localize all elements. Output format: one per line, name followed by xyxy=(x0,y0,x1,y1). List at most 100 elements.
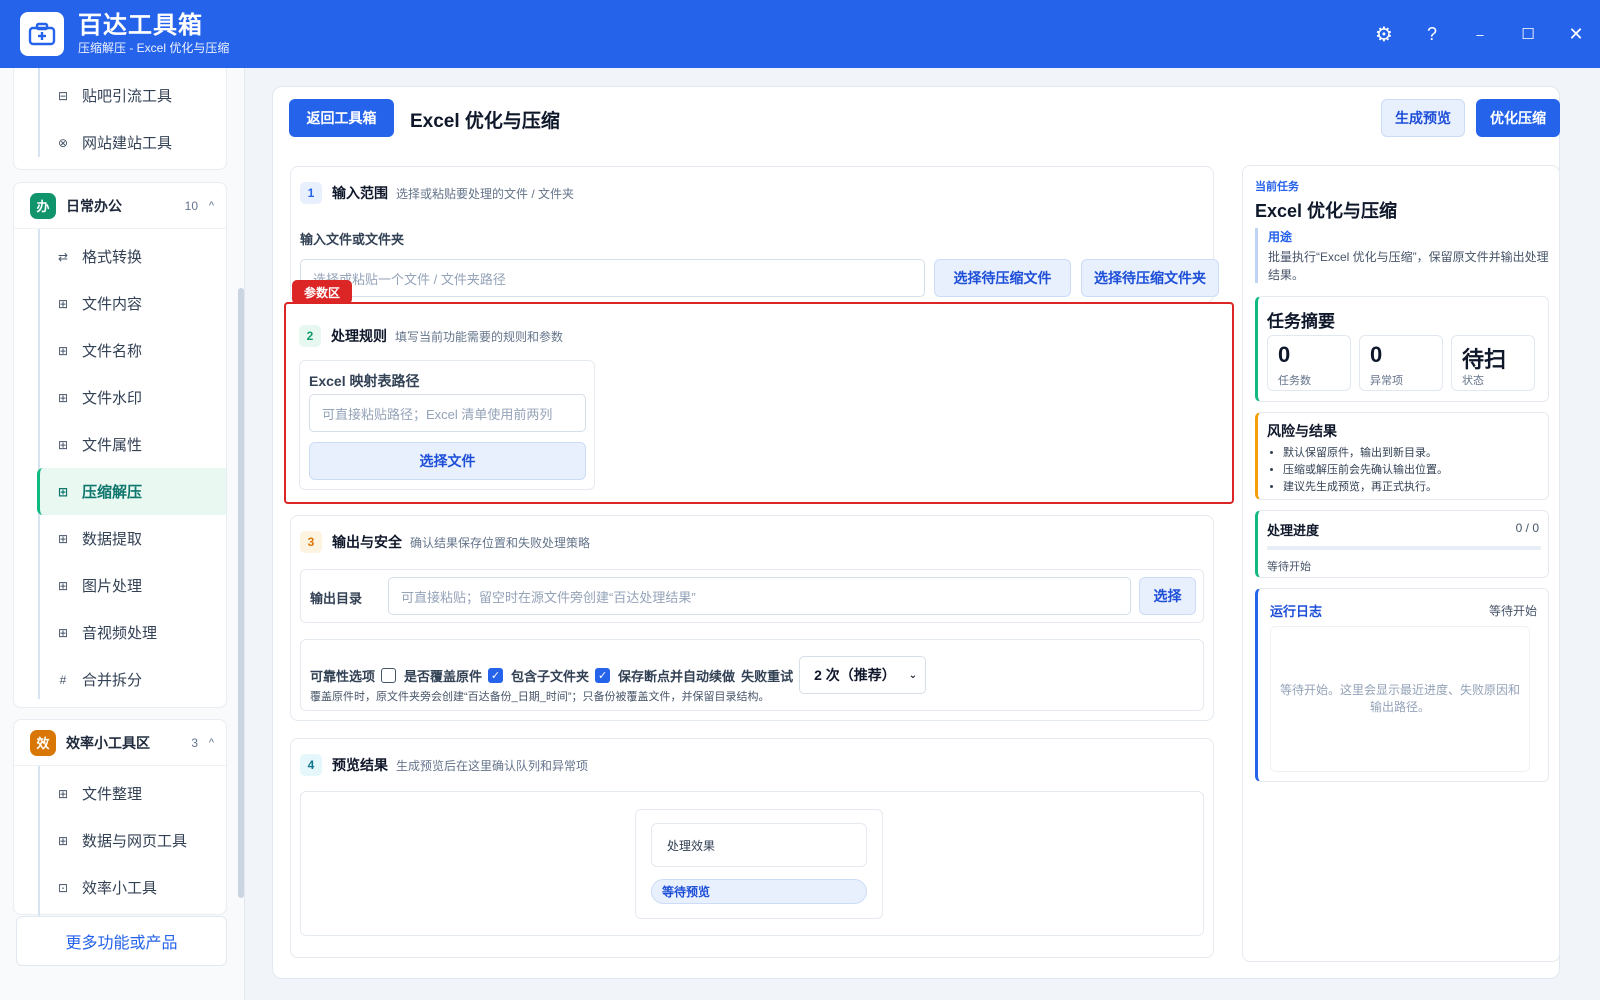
purpose-text: 批量执行“Excel 优化与压缩”，保留原文件并输出处理结果。 xyxy=(1268,250,1549,282)
progress-status: 等待开始 xyxy=(1267,561,1311,573)
overwrite-note: 覆盖原件时，原文件夹旁会创建“百达备份_日期_时间”；只备份被覆盖文件，并保留目… xyxy=(310,691,770,703)
grid-icon: ⊞ xyxy=(57,484,69,499)
group-header-efficiency[interactable]: 效 效率小工具区 3 ^ xyxy=(14,720,226,766)
sidebar-item-label: 贴吧引流工具 xyxy=(82,88,173,105)
log-card: 运行日志 等待开始 等待开始。这里会显示最近进度、失败原因和输出路径。 xyxy=(1255,588,1549,782)
preview-area: 处理效果 等待预览 xyxy=(300,791,1204,936)
sidebar-item-label: 音视频处理 xyxy=(82,625,158,642)
sidebar-group-marketing: ⊟ 贴吧引流工具 ⊗ 网站建站工具 xyxy=(13,68,227,170)
sidebar-item-label: 文件属性 xyxy=(82,437,143,454)
section-desc: 选择或粘贴要处理的文件 / 文件夹 xyxy=(396,186,575,201)
sidebar-item-label: 文件名称 xyxy=(82,343,143,360)
risk-item: 默认保留原件，输出到新目录。 xyxy=(1283,445,1448,462)
more-products-button[interactable]: 更多功能或产品 xyxy=(16,916,227,966)
sidebar-item-file-content[interactable]: ⊞ 文件内容 xyxy=(14,280,226,327)
doc-icon: ⊟ xyxy=(57,88,69,103)
grid-icon: ⊞ xyxy=(57,296,69,311)
minimize-icon[interactable]: – xyxy=(1456,0,1504,68)
settings-gear-icon[interactable]: ⚙ xyxy=(1360,0,1408,68)
sidebar-item-file-attributes[interactable]: ⊞ 文件属性 xyxy=(14,421,226,468)
chevron-up-icon[interactable]: ^ xyxy=(209,200,214,212)
step-number: 3 xyxy=(300,531,322,553)
risk-title: 风险与结果 xyxy=(1267,423,1337,439)
resume-checkbox[interactable]: ✓ xyxy=(595,667,611,683)
effect-label: 处理效果 xyxy=(667,838,716,853)
risk-card: 风险与结果 默认保留原件，输出到新目录。 压缩或解压前会先确认输出位置。 建议先… xyxy=(1255,412,1549,500)
sidebar-item-website[interactable]: ⊗ 网站建站工具 xyxy=(14,119,226,166)
output-dir-label: 输出目录 xyxy=(310,591,363,606)
sidebar-item-image[interactable]: ⊞ 图片处理 xyxy=(14,562,226,609)
group-count: 3 xyxy=(191,735,198,750)
preview-status-pill: 等待预览 xyxy=(651,879,867,904)
sidebar-item-media[interactable]: ⊞ 音视频处理 xyxy=(14,609,226,656)
grid-icon: ⊞ xyxy=(57,625,69,640)
section-desc: 生成预览后在这里确认队列和异常项 xyxy=(396,758,589,773)
resume-label: 保存断点并自动续做 xyxy=(618,668,736,684)
sidebar-item-efficiency-tools[interactable]: ⊡ 效率小工具 xyxy=(14,864,226,911)
pick-folder-button[interactable]: 选择待压缩文件夹 xyxy=(1081,259,1219,297)
sidebar-item-label: 压缩解压 xyxy=(82,484,143,501)
hash-icon: # xyxy=(59,672,67,687)
close-icon[interactable]: ✕ xyxy=(1552,0,1600,68)
preview-status: 等待预览 xyxy=(662,885,711,899)
progress-bar xyxy=(1267,546,1541,550)
grid-icon: ⊞ xyxy=(57,833,69,848)
sidebar-item-format-convert[interactable]: ⇄ 格式转换 xyxy=(14,233,226,280)
stat-value: 待扫 xyxy=(1462,347,1507,372)
sidebar-item-data-web[interactable]: ⊞ 数据与网页工具 xyxy=(14,817,226,864)
app-subtitle: 压缩解压 - Excel 优化与压缩 xyxy=(78,41,230,55)
group-header-office[interactable]: 办 日常办公 10 ^ xyxy=(14,183,226,229)
sidebar-item-merge-split[interactable]: # 合并拆分 xyxy=(14,656,226,703)
stat-status: 待扫 状态 xyxy=(1451,335,1535,391)
subfolder-checkbox[interactable]: ✓ xyxy=(488,667,504,683)
chevron-up-icon[interactable]: ^ xyxy=(209,737,214,749)
risk-list: 默认保留原件，输出到新目录。 压缩或解压前会先确认输出位置。 建议先生成预览，再… xyxy=(1283,445,1448,496)
back-to-toolbox-button[interactable]: 返回工具箱 xyxy=(289,99,394,137)
sidebar-item-label: 数据提取 xyxy=(82,531,143,548)
preview-card: 处理效果 等待预览 xyxy=(635,809,883,919)
sidebar-item-label: 网站建站工具 xyxy=(82,135,173,152)
generate-preview-button[interactable]: 生成预览 xyxy=(1381,99,1465,137)
grid-icon: ⊞ xyxy=(57,531,69,546)
output-dir-input[interactable]: 可直接粘贴；留空时在源文件旁创建“百达处理结果” xyxy=(388,577,1131,615)
overwrite-checkbox[interactable] xyxy=(381,667,397,683)
risk-item: 建议先生成预览，再正式执行。 xyxy=(1283,479,1448,496)
stat-value: 0 xyxy=(1278,342,1291,367)
title-bar: 百达工具箱 压缩解压 - Excel 优化与压缩 ⚙ ? – ☐ ✕ xyxy=(0,0,1600,68)
sidebar-item-file-watermark[interactable]: ⊞ 文件水印 xyxy=(14,374,226,421)
log-box[interactable]: 等待开始。这里会显示最近进度、失败原因和输出路径。 xyxy=(1270,626,1530,772)
effect-box: 处理效果 xyxy=(651,823,867,867)
section-title: 输出与安全 xyxy=(332,534,402,550)
sidebar-item-label: 文件整理 xyxy=(82,786,143,803)
retry-label: 失败重试 xyxy=(741,668,794,684)
sidebar-item-label: 文件水印 xyxy=(82,390,143,407)
help-icon[interactable]: ? xyxy=(1408,0,1456,68)
section-output: 3 输出与安全 确认结果保存位置和失败处理策略 输出目录 可直接粘贴；留空时在源… xyxy=(290,515,1214,721)
sidebar-scrollbar[interactable] xyxy=(238,288,244,898)
log-placeholder: 等待开始。这里会显示最近进度、失败原因和输出路径。 xyxy=(1279,683,1520,714)
sidebar-item-data-extract[interactable]: ⊞ 数据提取 xyxy=(14,515,226,562)
purpose-label: 用途 xyxy=(1268,230,1293,244)
sidebar-item-file-organize[interactable]: ⊞ 文件整理 xyxy=(14,770,226,817)
section-input: 1 输入范围 选择或粘贴要处理的文件 / 文件夹 输入文件或文件夹 选择或粘贴一… xyxy=(290,166,1219,303)
output-dir-pick-button[interactable]: 选择 xyxy=(1139,577,1196,615)
group-title: 日常办公 xyxy=(66,197,122,214)
grid-icon: ⊞ xyxy=(57,437,69,452)
sidebar-item-file-name[interactable]: ⊞ 文件名称 xyxy=(14,327,226,374)
sidebar-item-tieba[interactable]: ⊟ 贴吧引流工具 xyxy=(14,72,226,119)
task-kicker: 当前任务 xyxy=(1255,181,1299,193)
maximize-icon[interactable]: ☐ xyxy=(1504,0,1552,68)
pick-file-button[interactable]: 选择待压缩文件 xyxy=(934,259,1071,297)
efficiency-badge: 效 xyxy=(30,729,56,756)
sidebar-item-compress[interactable]: ⊞ 压缩解压 xyxy=(37,468,226,515)
sidebar-item-label: 数据与网页工具 xyxy=(82,833,188,850)
input-path-field[interactable]: 选择或粘贴一个文件 / 文件夹路径 xyxy=(300,259,925,297)
grid-icon: ⊞ xyxy=(57,786,69,801)
optimize-compress-button[interactable]: 优化压缩 xyxy=(1476,99,1560,137)
summary-title: 任务摘要 xyxy=(1267,312,1335,331)
task-title: Excel 优化与压缩 xyxy=(1255,201,1398,221)
progress-title: 处理进度 xyxy=(1267,523,1320,538)
output-dir-row: 输出目录 可直接粘贴；留空时在源文件旁创建“百达处理结果” 选择 xyxy=(300,569,1204,623)
sidebar-item-label: 合并拆分 xyxy=(82,672,143,689)
retry-select[interactable]: 2 次（推荐） ⌄ xyxy=(799,656,927,694)
